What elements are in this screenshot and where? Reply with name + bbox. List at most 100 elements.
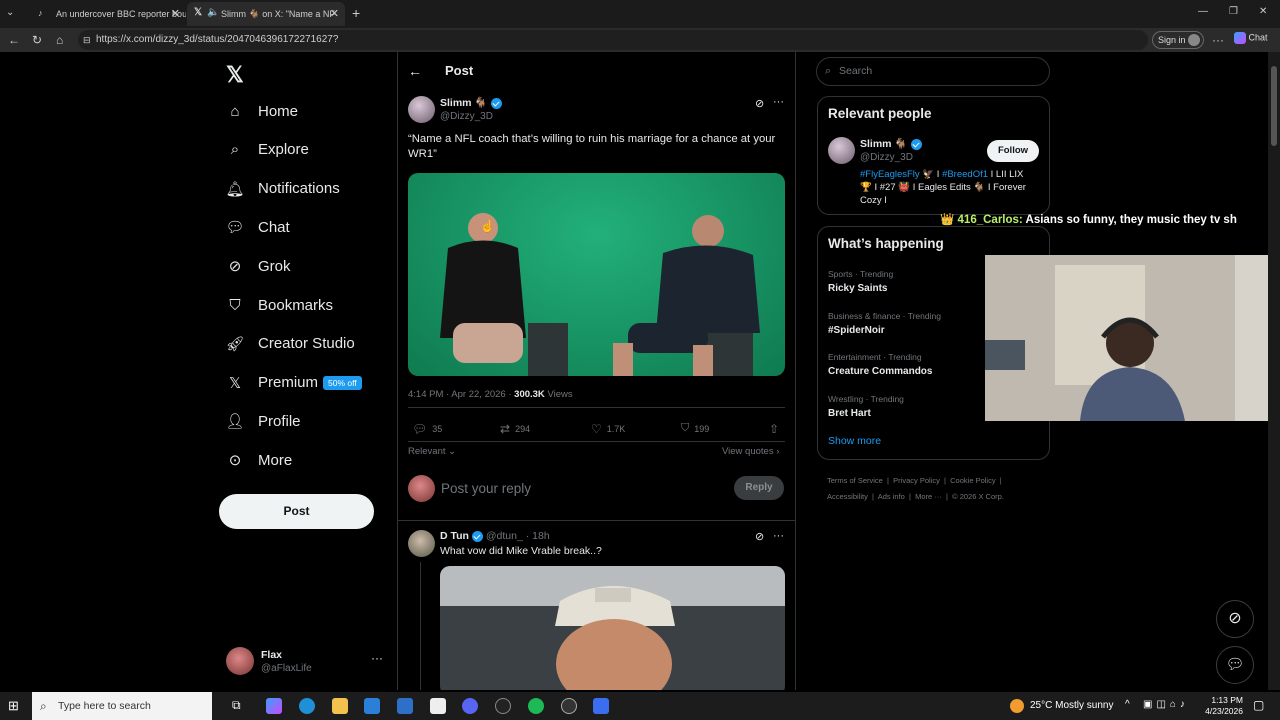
- tweet-author[interactable]: Slimm 🐐: [440, 96, 502, 109]
- trend-item[interactable]: Sports · Trending Ricky Saints: [828, 269, 893, 294]
- grok-icon[interactable]: ⊘: [755, 97, 764, 110]
- discord-icon[interactable]: [462, 698, 478, 714]
- close-icon[interactable]: ✕: [330, 7, 339, 20]
- account-switcher[interactable]: Flax @aFlaxLife ···: [226, 647, 386, 677]
- sidebar-item-profile[interactable]: 👤︎ Profile: [225, 406, 300, 436]
- footer-link[interactable]: Privacy Policy: [893, 476, 940, 485]
- hashtag-link[interactable]: #FlyEaglesFly: [860, 169, 920, 180]
- obs-icon[interactable]: [561, 698, 577, 714]
- trend-item[interactable]: Entertainment · Trending Creature Command…: [828, 352, 932, 377]
- windows-start-icon[interactable]: ⊞: [8, 698, 19, 714]
- app-icon[interactable]: [593, 698, 609, 714]
- sign-in-button[interactable]: Sign in: [1152, 31, 1204, 49]
- share-action[interactable]: ⇧: [769, 422, 779, 436]
- edge-icon[interactable]: [299, 698, 315, 714]
- reply-time: 18h: [532, 530, 550, 542]
- page-scrollbar[interactable]: [1268, 52, 1280, 690]
- more-dots-icon[interactable]: ···: [773, 96, 784, 108]
- media-icon[interactable]: [495, 698, 511, 714]
- messages-float-button[interactable]: 💬︎: [1216, 646, 1254, 684]
- file-explorer-icon[interactable]: [332, 698, 348, 714]
- trend-item[interactable]: Business & finance · Trending #SpiderNoir: [828, 311, 941, 336]
- bookmark-action[interactable]: ⛉ 199: [681, 422, 709, 435]
- menu-dots-icon[interactable]: ···: [1212, 33, 1224, 47]
- scrollbar-thumb[interactable]: [1271, 66, 1277, 146]
- sidebar-item-chat[interactable]: 💬︎ Chat: [225, 212, 289, 242]
- footer-link[interactable]: Ads info: [878, 492, 905, 501]
- post-button[interactable]: Post: [219, 494, 374, 529]
- footer-link[interactable]: More ···: [915, 492, 942, 501]
- close-icon[interactable]: ✕: [171, 7, 180, 20]
- store-icon[interactable]: [364, 698, 380, 714]
- spotify-icon[interactable]: [528, 698, 544, 714]
- back-arrow-icon[interactable]: ←: [408, 63, 422, 79]
- tab-list-icon[interactable]: ⌄: [6, 7, 14, 18]
- sidebar-item-explore[interactable]: ⌕ Explore: [225, 135, 309, 165]
- avatar[interactable]: [408, 530, 435, 557]
- speaker-icon[interactable]: 🔈: [207, 7, 219, 18]
- search-placeholder: Search: [839, 65, 873, 77]
- refresh-icon[interactable]: ↻: [32, 33, 42, 47]
- tray-icons[interactable]: ▣◫⌂♪: [1143, 699, 1189, 710]
- trend-item[interactable]: Wrestling · Trending Bret Hart: [828, 394, 904, 419]
- reply-input[interactable]: Post your reply: [441, 481, 531, 496]
- task-view-icon[interactable]: ⧉: [232, 698, 248, 714]
- sidebar-item-notifications[interactable]: 🔔︎ Notifications: [225, 174, 339, 204]
- more-dots-icon[interactable]: ···: [773, 530, 784, 542]
- tab-bbc[interactable]: ♪ An undercover BBC reporter boug ✕: [26, 2, 186, 26]
- sidebar-item-bookmarks[interactable]: ⛉ Bookmarks: [225, 290, 333, 320]
- copilot-icon[interactable]: [266, 698, 282, 714]
- window-close-icon[interactable]: ✕: [1259, 6, 1267, 17]
- grok-float-button[interactable]: ⊘: [1216, 600, 1254, 638]
- footer-link[interactable]: Accessibility: [827, 492, 868, 501]
- copilot-chat-button[interactable]: Chat: [1234, 32, 1268, 44]
- view-quotes-link[interactable]: View quotes ›: [722, 446, 779, 457]
- clock-time: 1:13 PM: [1211, 695, 1243, 705]
- reply-video[interactable]: [440, 566, 785, 690]
- notification-icon[interactable]: ▢: [1253, 698, 1264, 712]
- more-dots-icon[interactable]: ···: [371, 651, 383, 665]
- windows-taskbar: ⊞ ⌕ Type here to search ⧉ 25°C Mostly su…: [0, 692, 1280, 720]
- reply-author[interactable]: D Tun @dtun_ · 18h: [440, 530, 550, 542]
- back-icon[interactable]: ←: [8, 33, 20, 47]
- home-icon[interactable]: ⌂: [56, 33, 63, 47]
- url-field[interactable]: ⊟ https://x.com/dizzy_3d/status/20470463…: [78, 30, 1148, 50]
- relevant-sort[interactable]: Relevant ⌄: [408, 446, 456, 457]
- grok-icon[interactable]: ⊘: [755, 530, 764, 543]
- sidebar-item-home[interactable]: ⌂ Home: [225, 96, 298, 126]
- follow-button[interactable]: Follow: [987, 140, 1039, 162]
- premium-badge: 50% off: [323, 376, 362, 390]
- taskbar-clock[interactable]: 1:13 PM 4/23/2026: [1205, 695, 1243, 717]
- chat-icon: 💬︎: [225, 219, 245, 237]
- reply-action[interactable]: 💬︎ 35: [412, 422, 442, 436]
- mail-icon[interactable]: [397, 698, 413, 714]
- avatar[interactable]: [828, 137, 855, 164]
- like-action[interactable]: ♡ 1.7K: [591, 422, 625, 436]
- document-icon[interactable]: [430, 698, 446, 714]
- sidebar-item-premium[interactable]: 𝕏 Premium: [225, 368, 318, 398]
- reply-button[interactable]: Reply: [734, 476, 784, 500]
- avatar[interactable]: [408, 96, 435, 123]
- sidebar-item-creator-studio[interactable]: 🚀︎ Creator Studio: [225, 329, 354, 359]
- tray-chevron-icon[interactable]: ^: [1125, 699, 1130, 710]
- sidebar-item-grok[interactable]: ⊘ Grok: [225, 251, 291, 281]
- grok-icon: ⊘: [228, 258, 242, 276]
- sidebar-item-more[interactable]: ⊙ More: [225, 445, 292, 475]
- weather-text[interactable]: 25°C Mostly sunny: [1030, 700, 1113, 711]
- search-input[interactable]: ⌕ Search: [816, 57, 1050, 86]
- x-logo-icon[interactable]: 𝕏: [226, 62, 244, 88]
- show-more-link[interactable]: Show more: [828, 435, 881, 447]
- taskbar-search[interactable]: ⌕ Type here to search: [32, 692, 212, 720]
- repost-action[interactable]: ⇄ 294: [500, 422, 530, 436]
- new-tab-icon[interactable]: +: [352, 5, 360, 21]
- footer-link[interactable]: Terms of Service: [827, 476, 883, 485]
- tab-x-post[interactable]: 𝕏 🔈 Slimm 🐐 on X: "Name a NF ✕: [187, 2, 345, 26]
- person-name[interactable]: Slimm 🐐: [860, 137, 922, 150]
- hashtag-link[interactable]: #BreedOf1: [942, 169, 988, 180]
- bio-text: 🦅 I: [919, 169, 943, 180]
- minimize-icon[interactable]: —: [1198, 6, 1208, 17]
- tweet-video[interactable]: ☝: [408, 173, 785, 376]
- person-handle: @Dizzy_3D: [860, 152, 913, 163]
- footer-link[interactable]: Cookie Policy: [950, 476, 995, 485]
- restore-icon[interactable]: ❐: [1229, 6, 1238, 17]
